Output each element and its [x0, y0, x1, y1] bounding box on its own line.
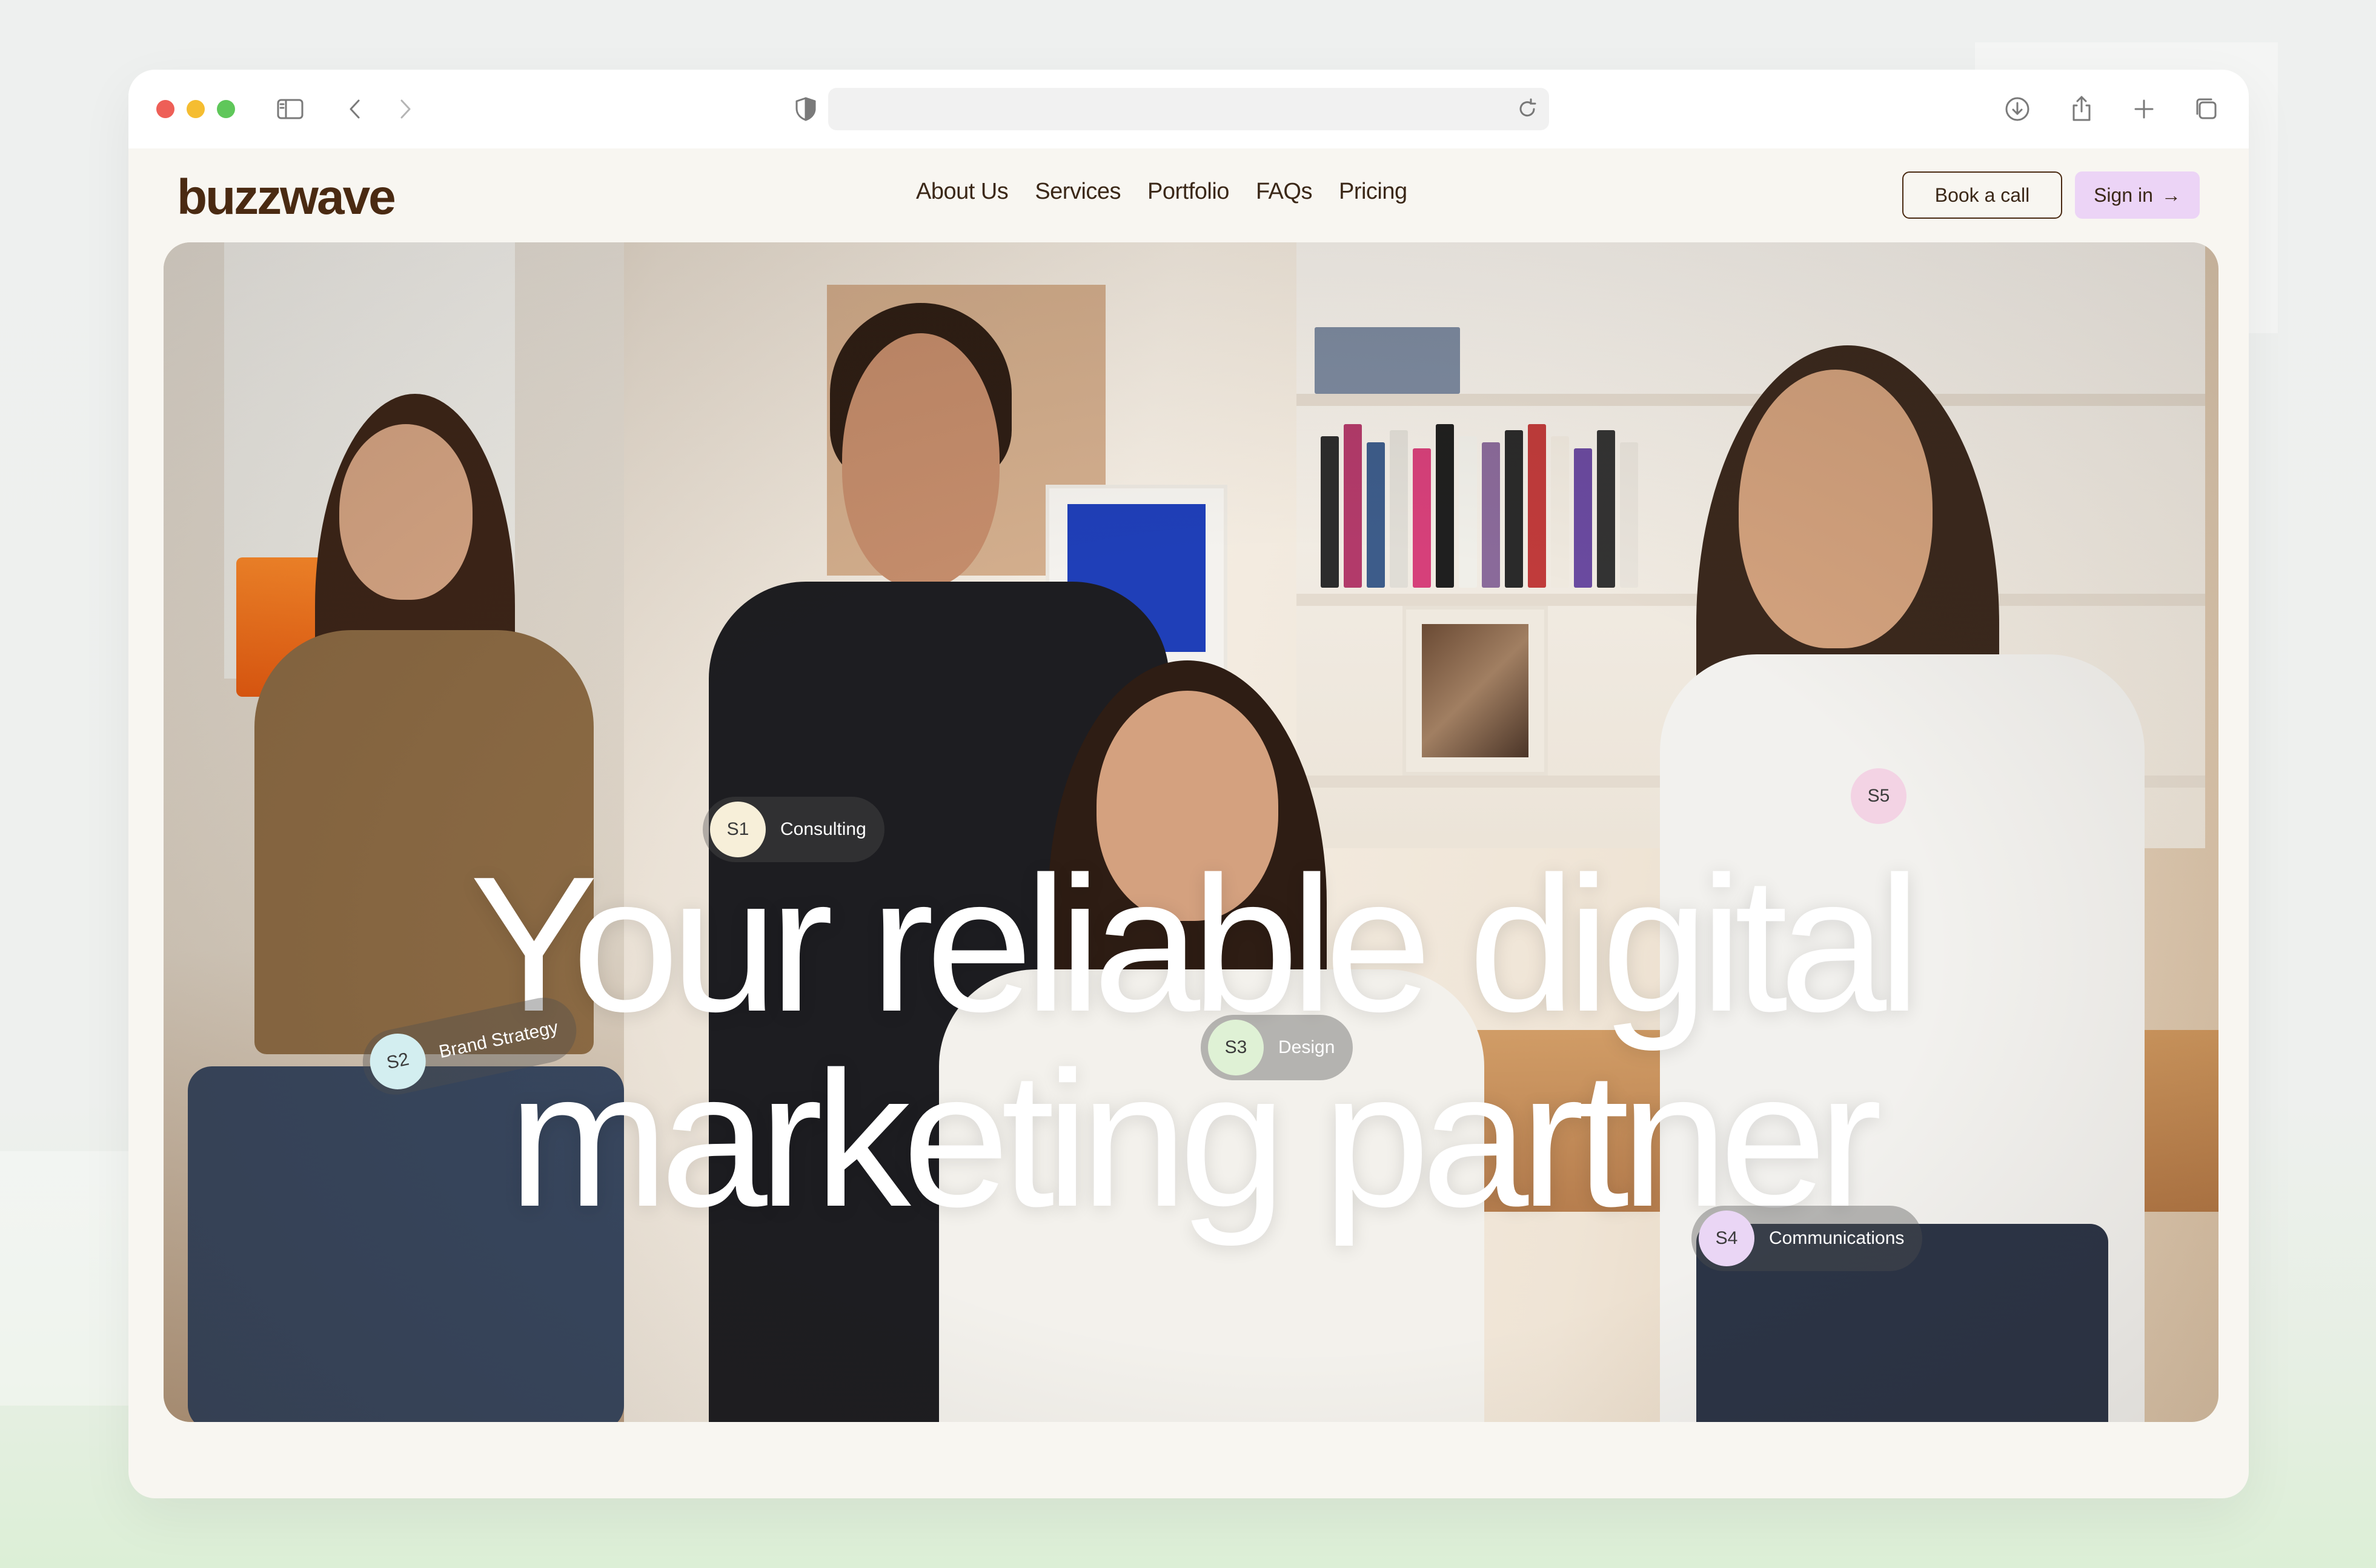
service-badge: S2	[365, 1028, 431, 1095]
sign-in-button[interactable]: Sign in →	[2075, 171, 2200, 219]
service-badge: S3	[1208, 1020, 1264, 1075]
sign-in-label: Sign in	[2094, 184, 2153, 206]
service-label: Communications	[1769, 1228, 1905, 1248]
site-header: buzzwave About Us Services Portfolio FAQ…	[128, 148, 2249, 239]
service-label: Consulting	[780, 819, 866, 839]
back-icon[interactable]	[337, 91, 374, 127]
nav-services[interactable]: Services	[1035, 179, 1121, 205]
site-logo[interactable]: buzzwave	[177, 169, 396, 226]
download-icon[interactable]	[1999, 91, 2036, 127]
share-icon[interactable]	[2063, 91, 2100, 127]
shield-icon[interactable]	[788, 91, 824, 127]
main-nav: About Us Services Portfolio FAQs Pricing	[916, 179, 1407, 205]
nav-about-us[interactable]: About Us	[916, 179, 1009, 205]
service-tag-design[interactable]: S3 Design	[1201, 1015, 1353, 1080]
nav-pricing[interactable]: Pricing	[1339, 179, 1407, 205]
browser-window: buzzwave About Us Services Portfolio FAQ…	[128, 70, 2249, 1498]
arrow-right-icon: →	[2161, 184, 2181, 206]
tabs-overview-icon[interactable]	[2188, 91, 2225, 127]
browser-toolbar	[128, 70, 2249, 148]
service-badge: S1	[710, 802, 766, 857]
minimize-window-button[interactable]	[187, 100, 205, 118]
service-label: Design	[1278, 1037, 1335, 1057]
service-tag-communications[interactable]: S4 Communications	[1691, 1206, 1923, 1271]
new-tab-icon[interactable]	[2126, 91, 2162, 127]
nav-portfolio[interactable]: Portfolio	[1147, 179, 1229, 205]
nav-faqs[interactable]: FAQs	[1256, 179, 1313, 205]
reload-icon[interactable]	[1514, 96, 1541, 122]
sidebar-icon[interactable]	[272, 91, 308, 127]
hero-section: Your reliable digital marketing partner …	[164, 242, 2218, 1422]
forward-icon[interactable]	[387, 91, 423, 127]
close-window-button[interactable]	[156, 100, 174, 118]
book-call-button[interactable]: Book a call	[1902, 171, 2062, 219]
address-bar[interactable]	[828, 88, 1549, 130]
service-tag-s5[interactable]: S5	[1851, 768, 1906, 824]
service-label: Brand Strategy	[437, 1017, 560, 1063]
service-tag-consulting[interactable]: S1 Consulting	[703, 797, 884, 862]
maximize-window-button[interactable]	[217, 100, 235, 118]
service-badge: S4	[1699, 1211, 1754, 1266]
